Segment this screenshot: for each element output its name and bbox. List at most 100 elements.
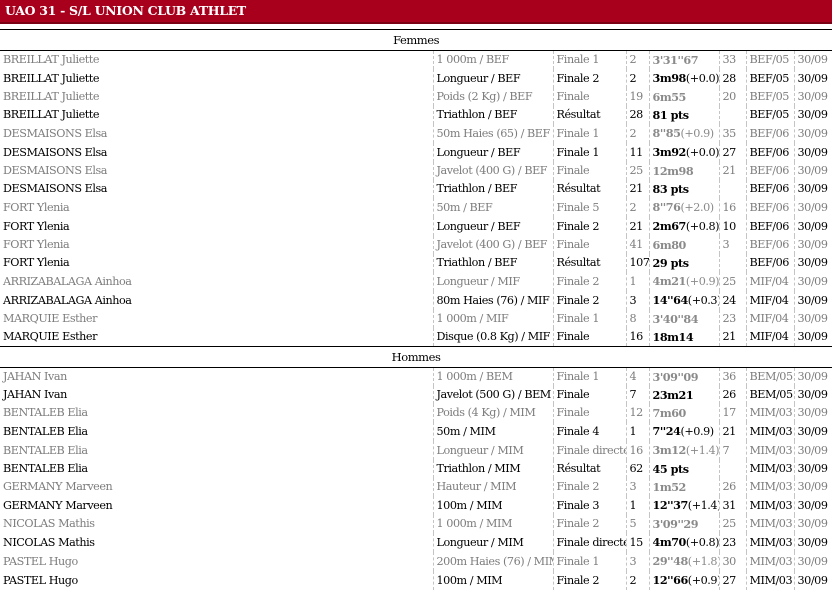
performance-cell: 18m14: [649, 328, 719, 347]
performance-value: 3'09''29: [653, 517, 699, 531]
performance-cell: 8''85(+0.9): [649, 124, 719, 143]
round-cell: Finale: [553, 162, 626, 180]
points-cell: 25: [719, 272, 746, 291]
date-cell: 30/09: [794, 571, 832, 590]
place-cell: 3: [626, 552, 649, 571]
performance-cell: 23m21: [649, 386, 719, 404]
event-cell: Longueur / BEF: [433, 143, 553, 162]
event-cell: 50m / MIM: [433, 422, 553, 441]
event-cell: Hauteur / MIM: [433, 478, 553, 496]
athlete-name-cell: JAHAN Ivan: [0, 368, 433, 387]
athlete-name-cell: GERMANY Marveen: [0, 478, 433, 496]
performance-value: 2m67: [653, 219, 686, 233]
date-cell: 30/09: [794, 69, 832, 88]
points-cell: [719, 106, 746, 124]
athlete-name-cell: NICOLAS Mathis: [0, 515, 433, 533]
athlete-name-cell: DESMAISONS Elsa: [0, 162, 433, 180]
athlete-name-cell: FORT Ylenia: [0, 217, 433, 236]
category-cell: MIM/03: [746, 496, 794, 515]
category-cell: MIM/03: [746, 571, 794, 590]
event-cell: Triathlon / BEF: [433, 254, 553, 272]
performance-value: 29 pts: [653, 256, 689, 270]
round-cell: Finale 2: [553, 478, 626, 496]
performance-cell: 29 pts: [649, 254, 719, 272]
date-cell: 30/09: [794, 515, 832, 533]
date-cell: 30/09: [794, 180, 832, 198]
date-cell: 30/09: [794, 386, 832, 404]
category-cell: MIM/03: [746, 533, 794, 552]
points-cell: 21: [719, 328, 746, 347]
category-cell: MIM/03: [746, 404, 794, 422]
athlete-name-cell: BREILLAT Juliette: [0, 51, 433, 70]
performance-cell: 14''64(+0.3): [649, 291, 719, 310]
date-cell: 30/09: [794, 404, 832, 422]
event-cell: 80m Haies (76) / MIF: [433, 291, 553, 310]
performance-value: 8''76: [653, 200, 681, 214]
performance-cell: 3m12(+1.4): [649, 441, 719, 460]
category-cell: MIM/03: [746, 422, 794, 441]
performance-cell: 4m70(+0.8): [649, 533, 719, 552]
event-cell: Triathlon / BEF: [433, 180, 553, 198]
athlete-name-cell: BREILLAT Juliette: [0, 88, 433, 106]
place-cell: 15: [626, 533, 649, 552]
performance-value: 3m92: [653, 145, 686, 159]
points-cell: 23: [719, 310, 746, 328]
category-cell: MIF/04: [746, 328, 794, 347]
points-cell: [719, 180, 746, 198]
event-cell: 1 000m / BEF: [433, 51, 553, 70]
points-cell: [719, 460, 746, 478]
place-cell: 12: [626, 404, 649, 422]
results-table-wrapper: FemmesBREILLAT Juliette1 000m / BEFFinal…: [0, 29, 832, 590]
round-cell: Finale: [553, 328, 626, 347]
round-cell: Finale 4: [553, 422, 626, 441]
category-cell: MIM/03: [746, 441, 794, 460]
performance-value: 12''66: [653, 573, 688, 587]
date-cell: 30/09: [794, 422, 832, 441]
place-cell: 62: [626, 460, 649, 478]
points-cell: 3: [719, 236, 746, 254]
event-cell: 1 000m / MIM: [433, 515, 553, 533]
round-cell: Finale directe: [553, 441, 626, 460]
wind-value: (+2.0): [680, 201, 713, 214]
result-row: JAHAN Ivan1 000m / BEMFinale 143'09''093…: [0, 368, 832, 387]
points-cell: 7: [719, 441, 746, 460]
points-cell: 35: [719, 124, 746, 143]
place-cell: 107: [626, 254, 649, 272]
date-cell: 30/09: [794, 106, 832, 124]
performance-cell: 45 pts: [649, 460, 719, 478]
performance-value: 3m98: [653, 71, 686, 85]
wind-value: (+1.8): [688, 555, 719, 568]
performance-value: 14''64: [653, 293, 688, 307]
date-cell: 30/09: [794, 478, 832, 496]
round-cell: Finale: [553, 236, 626, 254]
category-cell: BEF/06: [746, 254, 794, 272]
points-cell: 31: [719, 496, 746, 515]
athlete-name-cell: GERMANY Marveen: [0, 496, 433, 515]
date-cell: 30/09: [794, 328, 832, 347]
date-cell: 30/09: [794, 310, 832, 328]
date-cell: 30/09: [794, 272, 832, 291]
performance-value: 3'40''84: [653, 312, 699, 326]
performance-cell: 12''66(+0.9): [649, 571, 719, 590]
performance-value: 12''37: [653, 498, 688, 512]
performance-cell: 3'09''09: [649, 368, 719, 387]
performance-cell: 2m67(+0.8): [649, 217, 719, 236]
section-title: Femmes: [0, 30, 832, 51]
round-cell: Finale 2: [553, 217, 626, 236]
round-cell: Finale 1: [553, 143, 626, 162]
category-cell: BEF/06: [746, 236, 794, 254]
performance-cell: 6m80: [649, 236, 719, 254]
date-cell: 30/09: [794, 441, 832, 460]
performance-value: 29''48: [653, 554, 688, 568]
performance-cell: 12m98: [649, 162, 719, 180]
performance-cell: 4m21(+0.9): [649, 272, 719, 291]
category-cell: MIM/03: [746, 478, 794, 496]
place-cell: 8: [626, 310, 649, 328]
result-row: BREILLAT JuliettePoids (2 Kg) / BEFFinal…: [0, 88, 832, 106]
date-cell: 30/09: [794, 88, 832, 106]
category-cell: MIF/04: [746, 291, 794, 310]
athlete-name-cell: BENTALEB Elia: [0, 460, 433, 478]
place-cell: 2: [626, 198, 649, 217]
points-cell: 23: [719, 533, 746, 552]
category-cell: BEF/06: [746, 180, 794, 198]
